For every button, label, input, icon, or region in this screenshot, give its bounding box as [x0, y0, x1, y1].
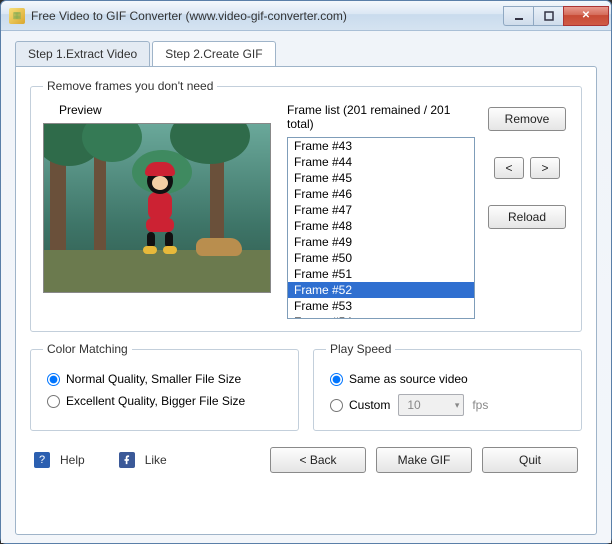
play-speed-group: Play Speed Same as source video Custom 1… [313, 342, 582, 431]
close-button[interactable]: ✕ [563, 6, 609, 26]
frame-list-item[interactable]: Frame #46 [288, 186, 474, 202]
radio-excellent-input[interactable] [47, 395, 60, 408]
color-matching-legend: Color Matching [43, 342, 132, 356]
radio-normal-input[interactable] [47, 373, 60, 386]
client-area: Step 1.Extract Video Step 2.Create GIF R… [1, 31, 611, 543]
frame-list-item[interactable]: Frame #49 [288, 234, 474, 250]
titlebar[interactable]: ▦ Free Video to GIF Converter (www.video… [1, 1, 611, 31]
help-icon[interactable]: ? [34, 452, 50, 468]
radio-normal-label: Normal Quality, Smaller File Size [66, 372, 241, 386]
facebook-icon[interactable] [119, 452, 135, 468]
preview-label: Preview [59, 103, 273, 117]
help-link[interactable]: Help [60, 453, 85, 467]
radio-same-label: Same as source video [349, 372, 468, 386]
radio-custom-label: Custom [349, 398, 390, 412]
frame-list-label: Frame list (201 remained / 201 total) [287, 103, 475, 131]
preview-image [43, 123, 271, 293]
back-button[interactable]: < Back [270, 447, 366, 473]
frame-list-item[interactable]: Frame #43 [288, 138, 474, 154]
footer-bar: ? Help Like < Back Make GIF Quit [30, 441, 582, 473]
like-link[interactable]: Like [145, 453, 167, 467]
minimize-button[interactable] [503, 6, 533, 26]
frame-list-item[interactable]: Frame #53 [288, 298, 474, 314]
frame-list-item[interactable]: Frame #48 [288, 218, 474, 234]
frame-list-item[interactable]: Frame #52 [288, 282, 474, 298]
radio-excellent-quality[interactable]: Excellent Quality, Bigger File Size [47, 394, 286, 408]
reload-button[interactable]: Reload [488, 205, 566, 229]
remove-frames-group: Remove frames you don't need Preview [30, 79, 582, 332]
frame-list-item[interactable]: Frame #51 [288, 266, 474, 282]
make-gif-button[interactable]: Make GIF [376, 447, 472, 473]
app-window: ▦ Free Video to GIF Converter (www.video… [0, 0, 612, 544]
quit-button[interactable]: Quit [482, 447, 578, 473]
frame-listbox[interactable]: Frame #43Frame #44Frame #45Frame #46Fram… [287, 137, 475, 319]
close-icon: ✕ [582, 10, 590, 21]
radio-normal-quality[interactable]: Normal Quality, Smaller File Size [47, 372, 286, 386]
prev-frame-button[interactable]: < [494, 157, 524, 179]
frame-list-item[interactable]: Frame #45 [288, 170, 474, 186]
minimize-icon [514, 11, 524, 21]
app-icon: ▦ [9, 8, 25, 24]
window-title: Free Video to GIF Converter (www.video-g… [31, 9, 503, 23]
tab-page: Remove frames you don't need Preview [15, 66, 597, 535]
frame-list-item[interactable]: Frame #50 [288, 250, 474, 266]
tab-strip: Step 1.Extract Video Step 2.Create GIF [15, 41, 597, 67]
radio-custom-speed[interactable]: Custom [330, 398, 390, 412]
radio-excellent-label: Excellent Quality, Bigger File Size [66, 394, 245, 408]
radio-same-input[interactable] [330, 373, 343, 386]
play-speed-legend: Play Speed [326, 342, 395, 356]
fps-unit: fps [472, 398, 488, 412]
tab-step1[interactable]: Step 1.Extract Video [15, 41, 150, 67]
remove-button[interactable]: Remove [488, 107, 566, 131]
frame-list-item[interactable]: Frame #54 [288, 314, 474, 319]
color-matching-group: Color Matching Normal Quality, Smaller F… [30, 342, 299, 431]
frame-list-item[interactable]: Frame #44 [288, 154, 474, 170]
frame-list-item[interactable]: Frame #47 [288, 202, 474, 218]
maximize-button[interactable] [533, 6, 563, 26]
radio-same-speed[interactable]: Same as source video [330, 372, 569, 386]
maximize-icon [544, 11, 554, 21]
fps-combobox[interactable]: 10 ▾ [398, 394, 464, 416]
remove-frames-legend: Remove frames you don't need [43, 79, 217, 93]
radio-custom-input[interactable] [330, 399, 343, 412]
tab-step2[interactable]: Step 2.Create GIF [152, 41, 275, 67]
fps-value: 10 [407, 398, 420, 412]
next-frame-button[interactable]: > [530, 157, 560, 179]
chevron-down-icon: ▾ [455, 400, 460, 411]
